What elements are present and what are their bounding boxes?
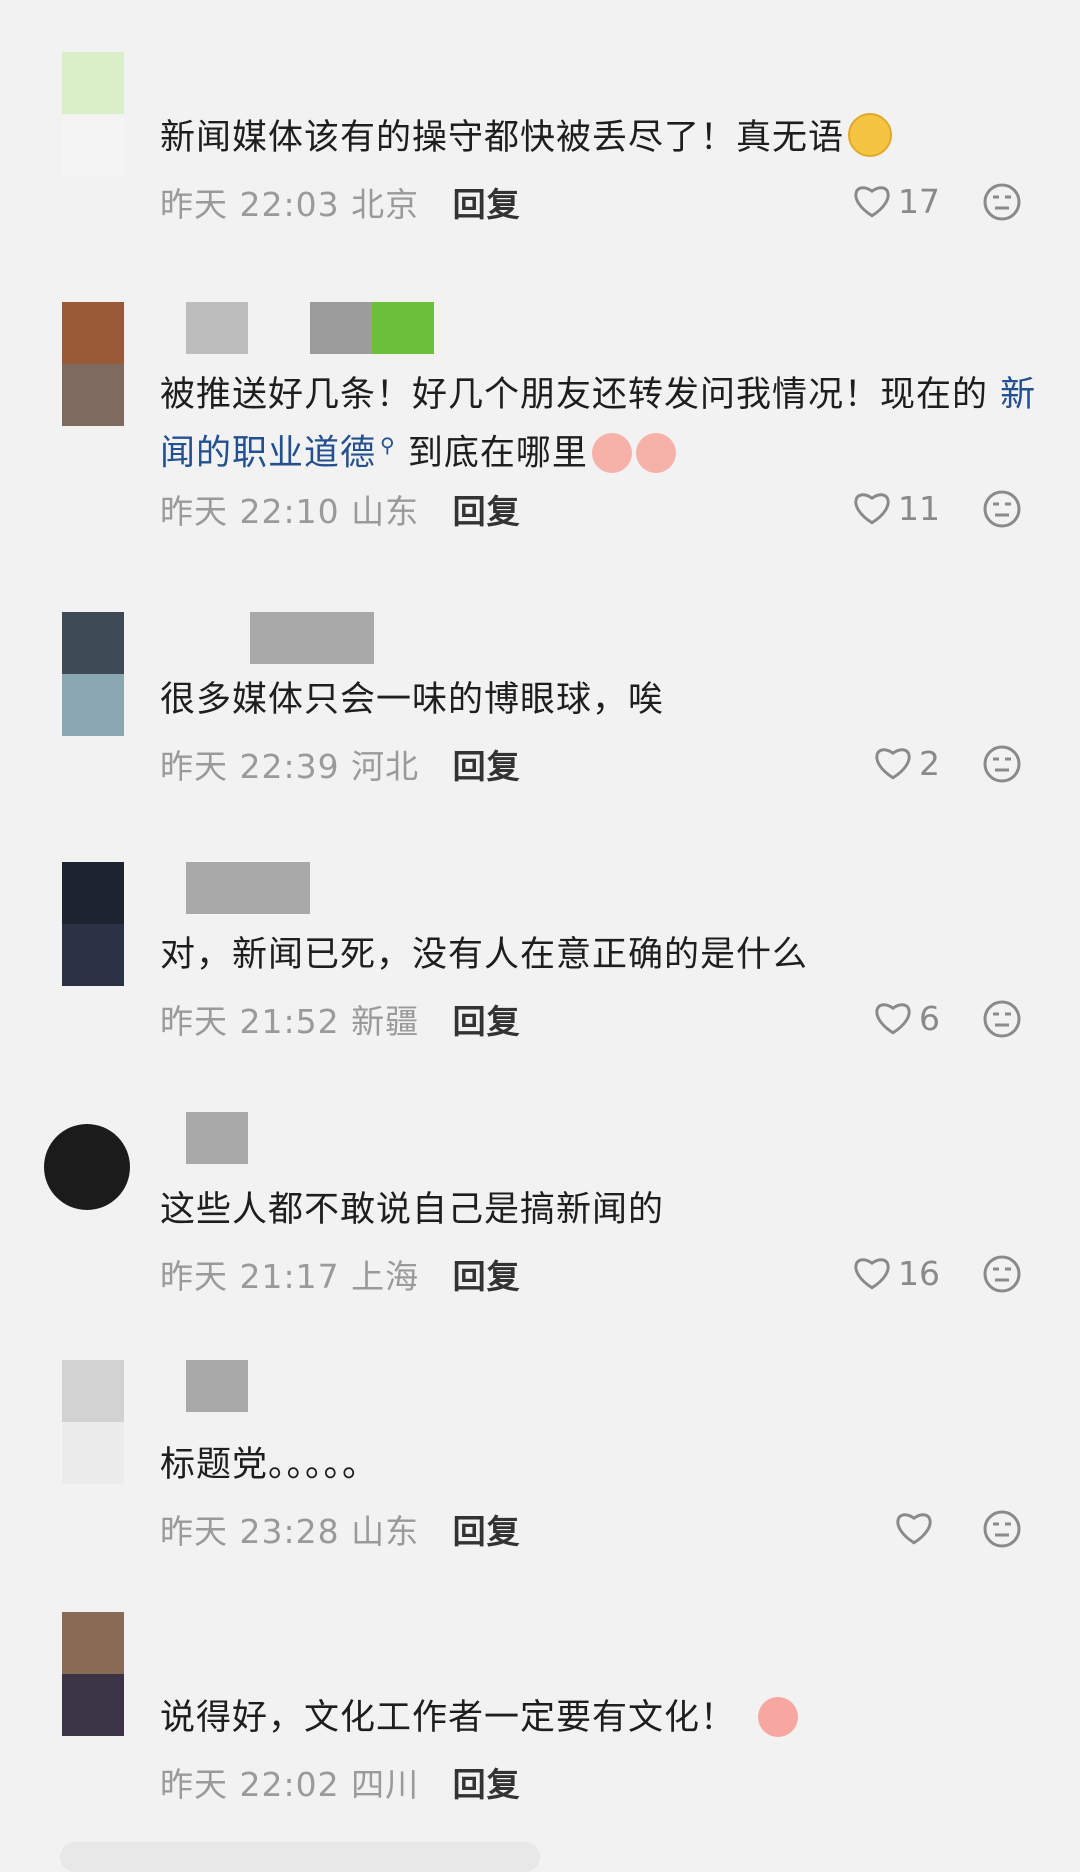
like-button[interactable]: 17 [800,176,940,226]
username-blur [186,862,310,914]
username-blur [186,1360,248,1412]
reply-button[interactable]: 回复 [453,492,521,531]
like-count: 16 [898,1253,940,1293]
comment-text: 说得好，文化工作者一定要有文化！ [160,1693,1040,1743]
comment-time: 昨天 21:52 [160,1002,340,1041]
like-button[interactable]: 11 [800,483,940,533]
dislike-face-icon[interactable] [982,182,1022,222]
peach-emoji-icon [635,432,676,473]
like-button[interactable] [800,1503,940,1553]
like-count: 2 [919,743,940,783]
comment-text: 对，新闻已死，没有人在意正确的是什么 [160,935,809,975]
comment-time: 昨天 22:10 [160,492,340,531]
reply-button[interactable]: 回复 [453,1257,521,1296]
comment-meta: 昨天 23:28 山东 回复 [160,1505,521,1553]
comment-time: 昨天 22:03 [160,185,340,224]
dislike-face-icon[interactable] [982,489,1022,529]
reply-button[interactable]: 回复 [453,747,521,786]
heart-icon [854,186,890,218]
comment-text: 标题党。。。。。 [160,1445,379,1485]
dislike-face-icon[interactable] [982,999,1022,1039]
avatar[interactable] [62,302,124,426]
search-icon: ⚲ [380,433,396,457]
comment-text: 新闻媒体该有的操守都快被丢尽了！真无语 [160,113,1040,163]
reply-button[interactable]: 回复 [453,185,521,224]
comment-meta: 昨天 21:52 新疆 回复 [160,995,521,1043]
comment-location: 新疆 [351,1002,420,1041]
comment-meta: 昨天 22:39 河北 回复 [160,740,521,788]
comment-meta: 昨天 22:02 四川 回复 [160,1758,521,1806]
comment-time: 昨天 22:02 [160,1765,340,1804]
heart-icon [875,1003,911,1035]
comment-location: 四川 [351,1765,420,1804]
username-blur [250,612,374,664]
avatar[interactable] [62,612,124,736]
username-blur [372,302,434,354]
comment-location: 上海 [351,1257,420,1296]
heart-icon [854,1258,890,1290]
like-button[interactable]: 16 [800,1248,940,1298]
username-blur [186,1112,248,1164]
unamused-emoji-icon [848,113,893,157]
comment-time: 昨天 22:39 [160,747,340,786]
avatar[interactable] [62,1360,124,1484]
like-count: 11 [898,488,940,528]
like-count: 17 [898,181,940,221]
comment-location: 河北 [351,747,420,786]
comment-location: 北京 [351,185,420,224]
comment-location: 山东 [351,1512,420,1551]
comment-text: 很多媒体只会一味的博眼球，唉 [160,680,665,720]
username-blur [310,302,372,354]
avatar[interactable] [44,1124,130,1210]
heart-icon [854,493,890,525]
reply-button[interactable]: 回复 [453,1512,521,1551]
heart-icon [896,1513,932,1545]
reply-button[interactable]: 回复 [453,1765,521,1804]
peach-emoji-icon [591,432,632,473]
comment-meta: 昨天 21:17 上海 回复 [160,1250,521,1298]
comment-location: 山东 [351,492,420,531]
dislike-face-icon[interactable] [982,1509,1022,1549]
avatar[interactable] [62,862,124,986]
reply-button[interactable]: 回复 [453,1002,521,1041]
dislike-face-icon[interactable] [982,744,1022,784]
comment-meta: 昨天 22:10 山东 回复 [160,485,521,533]
like-button[interactable]: 6 [800,993,940,1043]
comment-meta: 昨天 22:03 北京 回复 [160,178,521,226]
comment-text: 被推送好几条！好几个朋友还转发问我情况！现在的 新闻的职业道德 ⚲ 到底在哪里 [160,375,1037,474]
like-count: 6 [919,998,940,1038]
shocked-peach-emoji-icon [758,1697,799,1737]
comment-time: 昨天 21:17 [160,1257,340,1296]
dislike-face-icon[interactable] [982,1254,1022,1294]
comment-time: 昨天 23:28 [160,1512,340,1551]
comment-input-bar[interactable] [60,1842,540,1872]
comment-text: 这些人都不敢说自己是搞新闻的 [160,1190,665,1230]
avatar[interactable] [62,1612,124,1736]
username-blur [186,302,248,354]
like-button[interactable]: 2 [800,738,940,788]
heart-icon [875,748,911,780]
avatar[interactable] [62,52,124,176]
